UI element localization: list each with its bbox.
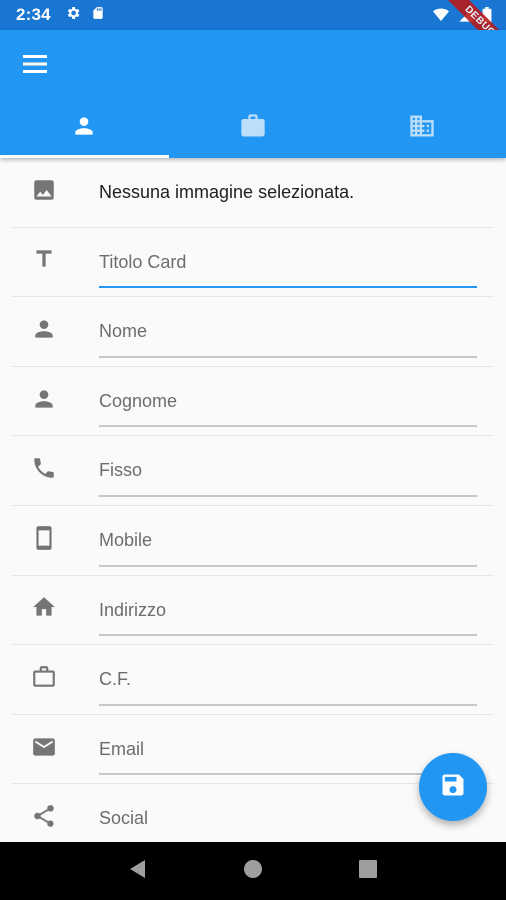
- building-icon: [408, 112, 436, 145]
- cf-input[interactable]: C.F.: [99, 657, 477, 706]
- status-time: 2:34: [16, 5, 51, 24]
- mobile-label: Mobile: [99, 529, 153, 550]
- tab-personal[interactable]: [0, 98, 169, 158]
- mobile-row: Mobile: [12, 506, 494, 576]
- cellular-icon: [458, 7, 474, 28]
- cf-underline: [99, 703, 477, 706]
- app-bar: [0, 30, 506, 158]
- fisso-label: Fisso: [99, 460, 143, 481]
- indirizzo-input[interactable]: Indirizzo: [99, 588, 477, 637]
- status-right-icons: [432, 7, 492, 28]
- cognome-label: Cognome: [99, 390, 178, 411]
- recents-icon: [358, 859, 378, 884]
- wifi-icon: [432, 7, 450, 28]
- tab-company[interactable]: [337, 98, 506, 158]
- home-circle-icon: [242, 858, 264, 885]
- mobile-input[interactable]: Mobile: [99, 518, 477, 567]
- back-icon: [127, 858, 149, 885]
- sd-card-icon: [91, 5, 105, 26]
- nome-row: Nome: [12, 297, 494, 367]
- title-icon: [31, 246, 57, 277]
- navigation-bar: [0, 842, 506, 900]
- image-row[interactable]: Nessuna immagine selezionata.: [12, 158, 494, 228]
- mobile-underline: [99, 564, 477, 567]
- email-icon: [31, 734, 57, 765]
- gear-icon: [65, 5, 81, 26]
- recents-button[interactable]: [344, 847, 392, 895]
- briefcase-icon: [239, 112, 267, 145]
- battery-icon: [482, 7, 492, 28]
- menu-icon: [23, 54, 49, 79]
- cognome-row: Cognome: [12, 367, 494, 437]
- titolo-row: Titolo Card: [12, 228, 494, 298]
- email-input[interactable]: Email: [99, 727, 477, 776]
- person-icon: [31, 316, 57, 347]
- fisso-row: Fisso: [12, 436, 494, 506]
- card-form: Nessuna immagine selezionata. Titolo Car…: [12, 158, 494, 854]
- indirizzo-row: Indirizzo: [12, 576, 494, 646]
- menu-button[interactable]: [16, 48, 56, 84]
- nome-label: Nome: [99, 321, 148, 342]
- image-icon: [31, 177, 57, 208]
- status-bar: 2:34 DEBUG: [0, 0, 506, 61]
- fisso-input[interactable]: Fisso: [99, 448, 477, 497]
- social-input[interactable]: Social: [99, 796, 477, 845]
- home-button[interactable]: [229, 847, 277, 895]
- titolo-card-underline: [99, 286, 477, 289]
- tab-work[interactable]: [169, 98, 338, 158]
- phone-icon: [31, 455, 57, 486]
- indirizzo-underline: [99, 634, 477, 637]
- tab-bar: [0, 98, 506, 158]
- home-icon: [31, 594, 57, 625]
- social-label: Social: [99, 808, 149, 829]
- nome-underline: [99, 355, 477, 358]
- cf-label: C.F.: [99, 669, 132, 690]
- nome-input[interactable]: Nome: [99, 309, 477, 358]
- cognome-input[interactable]: Cognome: [99, 379, 477, 428]
- save-icon: [439, 771, 467, 804]
- share-icon: [31, 803, 57, 834]
- person-icon: [31, 386, 57, 417]
- titolo-card-input[interactable]: Titolo Card: [99, 240, 477, 289]
- cognome-underline: [99, 425, 477, 428]
- status-left-icons: [65, 5, 105, 26]
- work-outline-icon: [31, 664, 57, 695]
- smartphone-icon: [31, 525, 57, 556]
- person-icon: [71, 113, 97, 144]
- indirizzo-label: Indirizzo: [99, 599, 167, 620]
- fisso-underline: [99, 494, 477, 497]
- email-label: Email: [99, 738, 145, 759]
- save-button[interactable]: [419, 753, 487, 821]
- back-button[interactable]: [114, 847, 162, 895]
- cf-row: C.F.: [12, 645, 494, 715]
- image-status-text: Nessuna immagine selezionata.: [99, 181, 355, 202]
- titolo-card-label: Titolo Card: [99, 251, 187, 272]
